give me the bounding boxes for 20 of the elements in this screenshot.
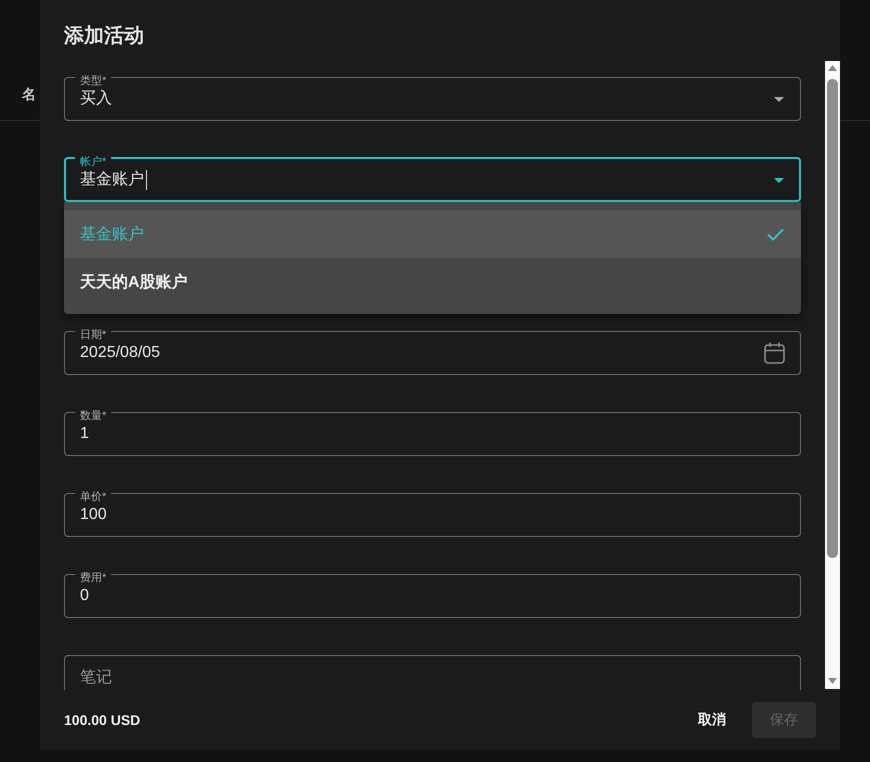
scroll-down-icon[interactable] <box>828 678 837 684</box>
total-amount: 100.00 USD <box>64 712 140 728</box>
scrollbar-thumb[interactable] <box>827 79 838 558</box>
dropdown-caret-icon[interactable] <box>774 96 784 102</box>
column-header: 名 <box>22 85 36 104</box>
field-label: 帐户* <box>79 154 108 168</box>
field-label: 数量* <box>79 409 108 422</box>
text-cursor-icon <box>146 170 147 190</box>
menu-option[interactable]: 天天的A股账户 <box>64 258 801 306</box>
dialog-title: 添加活动 <box>64 25 144 47</box>
dropdown-caret-icon[interactable] <box>774 178 784 182</box>
scroll-up-icon[interactable] <box>828 65 837 71</box>
cancel-button[interactable]: 取消 <box>680 702 744 738</box>
calendar-icon[interactable] <box>764 342 785 364</box>
field-label: 费用* <box>79 571 108 584</box>
field-label: 日期* <box>79 328 108 341</box>
field-label: 单价* <box>79 490 108 503</box>
field-label: 类型* <box>79 74 108 87</box>
input-field[interactable]: 笔记 <box>64 655 801 690</box>
check-icon <box>767 228 784 240</box>
